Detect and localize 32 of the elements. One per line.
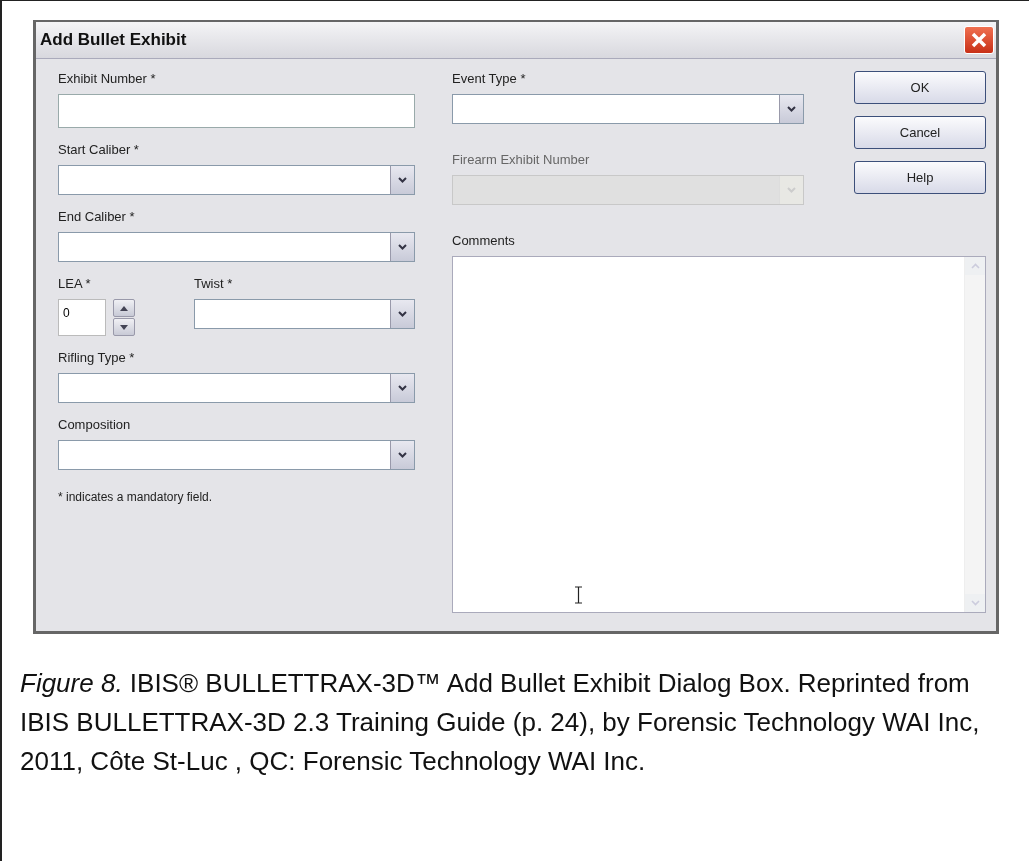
close-icon[interactable] bbox=[970, 31, 988, 49]
up-arrow-icon[interactable] bbox=[120, 305, 128, 311]
dialog-button[interactable]: Help bbox=[854, 161, 986, 194]
field-label: LEA * bbox=[58, 276, 92, 291]
input-field[interactable] bbox=[58, 94, 415, 128]
dropdown-field[interactable] bbox=[194, 299, 415, 329]
dropdown-field[interactable] bbox=[58, 440, 415, 470]
note-text: * indicates a mandatory field. bbox=[58, 490, 214, 504]
comments-field[interactable] bbox=[452, 256, 986, 613]
spin-up-button[interactable] bbox=[113, 299, 135, 317]
close-button[interactable] bbox=[964, 26, 994, 54]
field-label: Start Caliber * bbox=[58, 142, 140, 157]
dropdown-field[interactable] bbox=[452, 94, 804, 124]
field-label: Firearm Exhibit Number bbox=[452, 152, 591, 167]
window-title: Add Bullet Exhibit bbox=[40, 30, 187, 50]
field-label: End Caliber * bbox=[58, 209, 136, 224]
dropdown-field[interactable] bbox=[58, 373, 415, 403]
spin-down-button[interactable] bbox=[113, 318, 135, 336]
dropdown-field[interactable] bbox=[58, 232, 415, 262]
down-arrow-icon[interactable] bbox=[120, 324, 128, 330]
dropdown-field[interactable] bbox=[58, 165, 415, 195]
field-label: Exhibit Number * bbox=[58, 71, 157, 86]
number-field[interactable]: 0 bbox=[58, 299, 106, 336]
field-label: Rifling Type * bbox=[58, 350, 136, 365]
text-cursor-icon bbox=[574, 586, 583, 604]
field-label: Comments bbox=[452, 233, 516, 248]
field-label: Composition bbox=[58, 417, 132, 432]
dialog-button[interactable]: Cancel bbox=[854, 116, 986, 149]
field-label: Twist * bbox=[194, 276, 234, 291]
dialog-button[interactable]: OK bbox=[854, 71, 986, 104]
figure-caption: Figure 8. IBIS® BULLETTRAX-3D™ Add Bullet Exhibit Dialog Box. Reprinted from IBIS BULLETTRAX-3D 2.3 Training Guide (p. 24), by Forensic Technology WAI Inc, 2011, Côte St-Luc , QC: Forensic Technology WAI Inc. bbox=[20, 667, 981, 778]
field-label: Event Type * bbox=[452, 71, 527, 86]
